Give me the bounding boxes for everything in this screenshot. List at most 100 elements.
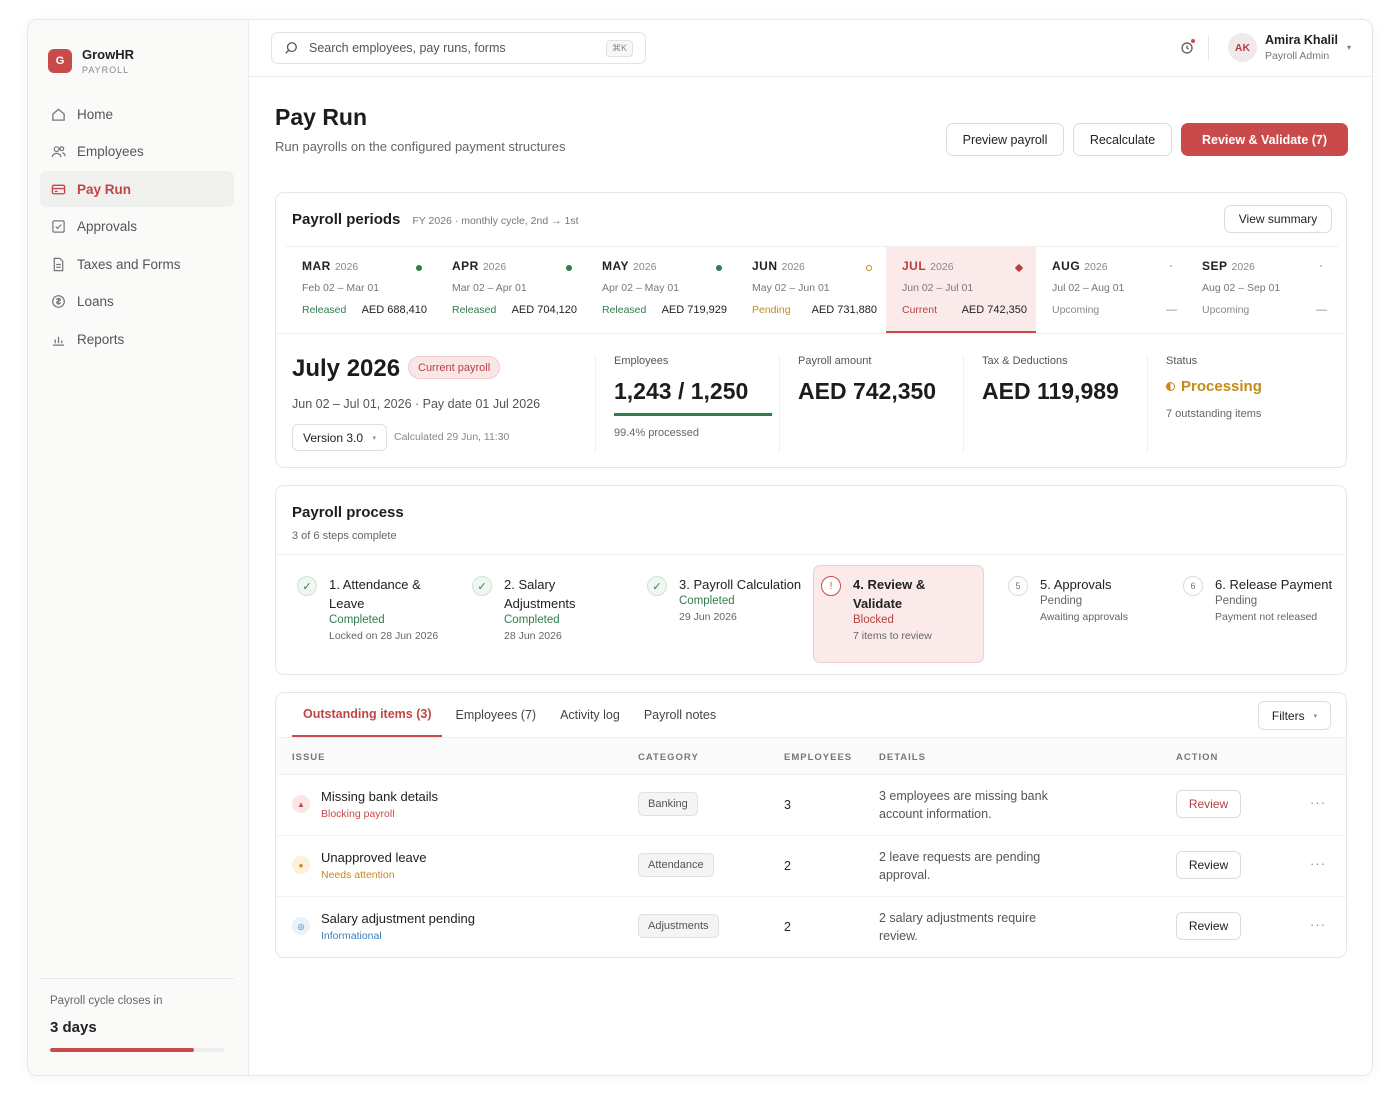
brand[interactable]: G GrowHR PAYROLL [48,47,134,75]
column-header-category: CATEGORY [638,752,699,763]
period-status: Released [302,304,347,316]
period-aug[interactable]: AUG 2026 Jul 02 – Aug 01 Upcoming — [1036,247,1186,333]
sidebar-item-label: Home [77,106,114,122]
avatar: AK [1228,33,1257,62]
period-sep[interactable]: SEP 2026 Aug 02 – Sep 01 Upcoming — [1186,247,1336,333]
released-dot-icon [566,265,572,271]
period-may[interactable]: MAY 2026 Apr 02 – May 01 Released AED 719,… [586,247,736,333]
tab-payroll-notes[interactable]: Payroll notes [633,693,727,737]
review-button[interactable]: Review [1176,851,1241,879]
check-square-icon [50,219,66,235]
step-title: 2. Salary Adjustments [504,577,576,611]
recalculate-button[interactable]: Recalculate [1073,123,1172,156]
step-status: Completed [329,614,385,626]
step-status: Pending [1040,595,1083,607]
table-row: ◎ Salary adjustment pending Informationa… [276,897,1346,958]
period-apr[interactable]: APR 2026 Mar 02 – Apr 01 Released AED 704,… [436,247,586,333]
column-header-employees: EMPLOYEES [784,752,853,763]
period-range: Feb 02 – Mar 01 [302,282,380,294]
period-status: Upcoming [1202,304,1250,316]
countdown-progress-fill [50,1048,195,1052]
sidebar-item-home[interactable]: Home [40,96,234,132]
sidebar-item-label: Employees [77,144,144,159]
more-options-icon[interactable]: ··· [1310,795,1326,810]
period-month: APR [452,259,479,273]
review-button[interactable]: Review [1176,912,1241,940]
period-range: Jun 02 – Jul 01 [902,282,974,294]
released-dot-icon [416,265,422,271]
stat-label: Payroll amount [798,355,872,367]
step-number: 6 [1183,576,1203,596]
page-title: Pay Run [275,104,368,130]
topbar-divider [1208,35,1209,61]
calculated-time: Calculated 29 Jun, 11:30 [394,431,510,443]
filters-button[interactable]: Filters ▾ [1258,701,1331,730]
stat-value: AED 742,350 [798,378,937,404]
employee-count: 2 [784,920,791,934]
document-icon [50,256,66,272]
search-placeholder: Search employees, pay runs, forms [309,41,506,55]
alert-icon: ! [821,576,841,596]
step-release-payment[interactable]: 6 6. Release Payment Pending Payment not… [1169,565,1339,662]
users-icon [50,144,66,160]
table-row: ▲ Missing bank details Blocking payroll … [276,775,1346,836]
sidebar-item-taxes-and-forms[interactable]: Taxes and Forms [40,246,234,282]
period-mar[interactable]: MAR 2026 Feb 02 – Mar 01 Released AED 688,… [286,247,436,333]
issue-name: Missing bank details [321,789,439,804]
step-title: 5. Approvals [1040,577,1112,592]
more-options-icon[interactable]: ··· [1310,856,1326,871]
tab-employees[interactable]: Employees (7) [444,693,547,737]
payroll-process-sub: 3 of 6 steps complete [292,530,397,542]
preview-payroll-button[interactable]: Preview payroll [946,123,1064,156]
coin-icon [50,294,66,310]
notifications-button[interactable] [1179,39,1195,55]
sidebar-item-loans[interactable]: Loans [40,284,234,320]
user-menu[interactable]: AK Amira Khalil Payroll Admin ▾ [1228,33,1351,62]
sidebar-item-employees[interactable]: Employees [40,134,234,170]
attention-dot-icon: ● [292,856,310,874]
period-jul[interactable]: JUL 2026 Jun 02 – Jul 01 Current AED 742,3… [886,247,1036,333]
tab-outstanding-items[interactable]: Outstanding items (3) [292,693,443,737]
issue-details: 2 leave requests are pending approval. [879,850,1041,882]
period-status: Current [902,304,938,316]
more-options-icon[interactable]: ··· [1310,917,1326,932]
period-range: Mar 02 – Apr 01 [452,282,527,294]
period-amount: — [1316,304,1327,316]
current-payroll-summary: July 2026 Current payroll Jun 02 – Jul 0… [276,333,1346,467]
step-note: Awaiting approvals [1040,611,1128,623]
sidebar-item-reports[interactable]: Reports [40,321,234,357]
step-payroll-calculation[interactable]: ✓ 3. Payroll Calculation Completed 29 Ju… [633,565,803,662]
review-validate-button[interactable]: Review & Validate (7) [1181,123,1348,156]
search-input[interactable]: Search employees, pay runs, forms ⌘K [271,32,646,64]
tab-activity-log[interactable]: Activity log [549,693,631,737]
step-salary-adjustments[interactable]: ✓ 2. Salary Adjustments Completed 28 Jun… [458,565,628,662]
sidebar-item-label: Taxes and Forms [77,256,181,272]
step-attendance-leave[interactable]: ✓ 1. Attendance & Leave Completed Locked… [283,565,453,662]
version-select[interactable]: Version 3.0 ▾ [292,424,387,451]
review-button[interactable]: Review [1176,790,1241,818]
employee-count: 3 [784,798,791,812]
period-amount: AED 742,350 [961,304,1027,316]
sidebar-item-label: Approvals [77,219,138,234]
period-jun[interactable]: JUN 2026 May 02 – Jun 01 Pending AED 731,8… [736,247,886,333]
step-status: Blocked [853,614,894,626]
column-header-details: DETAILS [879,752,926,763]
issue-severity: Informational [321,930,382,942]
step-approvals[interactable]: 5 5. Approvals Pending Awaiting approval… [994,565,1164,662]
countdown-label: Payroll cycle closes in [50,995,163,1007]
upcoming-dot-icon [1320,265,1322,267]
period-range: Apr 02 – May 01 [602,282,680,294]
sidebar-item-approvals[interactable]: Approvals [40,209,234,245]
period-month: MAR [302,259,331,273]
step-review-validate[interactable]: ! 4. Review & Validate Blocked 7 items t… [813,565,984,663]
step-title: 1. Attendance & Leave [329,577,421,611]
step-title: 4. Review & Validate [853,577,926,611]
sidebar-item-pay-run[interactable]: Pay Run [40,171,234,207]
step-status: Completed [679,595,735,607]
topbar: Search employees, pay runs, forms ⌘K AK … [249,20,1372,77]
payroll-process-card: Payroll process 3 of 6 steps complete ✓ … [275,485,1347,675]
step-status: Completed [504,614,560,626]
view-summary-button[interactable]: View summary [1224,205,1332,233]
period-year: 2026 [930,261,954,273]
status-value: Processing [1181,378,1262,395]
